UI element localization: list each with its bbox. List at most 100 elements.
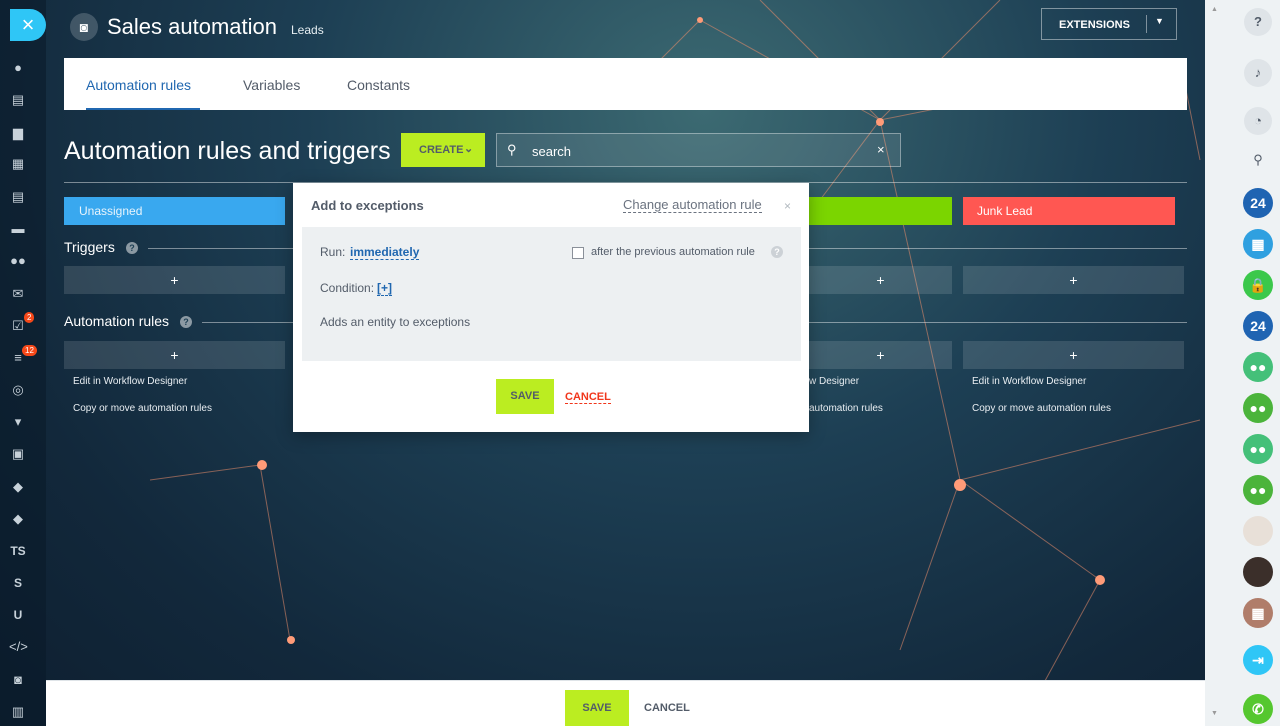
tab-automation-rules[interactable]: Automation rules: [86, 77, 191, 93]
dialog-cancel-button[interactable]: CANCEL: [565, 391, 611, 404]
create-button[interactable]: CREATE ⌄: [401, 133, 485, 167]
search-icon[interactable]: ⚲: [1244, 146, 1272, 174]
copy-rules-link[interactable]: Copy or move automation rules: [73, 403, 212, 414]
search-icon: ⚲: [507, 142, 517, 157]
run-value-dropdown[interactable]: immediately: [350, 245, 420, 260]
group-avatar[interactable]: ●●: [1243, 434, 1273, 464]
page-header-title: Sales automation: [107, 14, 277, 39]
clear-search-icon[interactable]: ×: [877, 142, 885, 157]
scrollbar[interactable]: ▲ ▼: [1211, 6, 1219, 720]
group-avatar[interactable]: ●●: [1243, 475, 1273, 505]
close-icon[interactable]: ×: [784, 199, 791, 213]
page-title: Automation rules and triggers: [64, 137, 391, 165]
edit-workflow-link[interactable]: w Designer: [809, 376, 859, 387]
add-trigger-button[interactable]: +: [963, 266, 1184, 294]
documents-icon[interactable]: ▤: [9, 189, 27, 205]
chat-icon[interactable]: ▆: [9, 125, 27, 141]
create-label: CREATE: [419, 144, 464, 156]
bell-icon[interactable]: ♪: [1244, 59, 1272, 87]
code-icon[interactable]: </>: [9, 639, 28, 655]
phone-icon[interactable]: ✆: [1243, 694, 1273, 724]
dialog-save-button[interactable]: SAVE: [496, 379, 554, 414]
box-icon[interactable]: ◆: [9, 479, 27, 495]
tab-constants[interactable]: Constants: [347, 77, 410, 93]
add-rule-button[interactable]: +: [963, 341, 1184, 369]
extensions-label: EXTENSIONS: [1059, 19, 1130, 31]
copy-rules-link[interactable]: automation rules: [809, 403, 883, 414]
lock-avatar[interactable]: 🔒: [1243, 270, 1273, 300]
share-avatar[interactable]: ⇥: [1243, 645, 1273, 675]
tab-variables[interactable]: Variables: [243, 77, 300, 93]
apps-icon[interactable]: ▥: [9, 704, 27, 720]
target-icon[interactable]: ◎: [9, 382, 27, 398]
cart-icon[interactable]: ▾: [9, 414, 27, 430]
help-icon[interactable]: ?: [180, 316, 192, 328]
after-previous-label[interactable]: after the previous automation rule: [591, 246, 755, 258]
box-icon[interactable]: ◆: [9, 511, 27, 527]
edit-workflow-link[interactable]: Edit in Workflow Designer: [73, 376, 187, 387]
after-previous-checkbox[interactable]: [572, 247, 584, 259]
stage-junk-lead[interactable]: Junk Lead: [963, 197, 1175, 225]
tasks-badge: 2: [24, 312, 35, 323]
mail-icon[interactable]: ✉: [9, 286, 27, 302]
menu-item-ts[interactable]: TS: [9, 543, 27, 559]
active-tab-indicator: [86, 108, 200, 110]
drive-icon[interactable]: ▬: [9, 221, 27, 237]
triggers-heading: Triggers: [64, 239, 115, 255]
copy-rules-link[interactable]: Copy or move automation rules: [972, 403, 1111, 414]
page-header-subtitle: Leads: [291, 23, 324, 37]
add-rule-button[interactable]: +: [64, 341, 285, 369]
search-input[interactable]: ⚲ search ×: [496, 133, 901, 167]
chevron-down-icon: ⌄: [464, 143, 474, 155]
add-rule-button[interactable]: +: [809, 341, 952, 369]
user-avatar[interactable]: [1243, 516, 1273, 546]
left-menu: × ● ▤ ▆ ▦ ▤ ▬ ●● ✉ ☑ 2 ≡ 12 ◎ ▾ ▣ ◆ ◆ TS…: [0, 0, 46, 726]
help-icon[interactable]: ?: [126, 242, 138, 254]
extensions-button[interactable]: EXTENSIONS ▼: [1041, 8, 1177, 40]
add-trigger-button[interactable]: +: [809, 266, 952, 294]
rules-divider: [809, 322, 1187, 323]
tasks-icon[interactable]: ▤: [9, 92, 27, 108]
condition-label: Condition:: [320, 281, 375, 295]
run-label: Run:: [320, 245, 346, 259]
scroll-down-icon[interactable]: ▼: [1211, 710, 1218, 717]
rules-divider: [202, 322, 293, 323]
group-avatar[interactable]: ●●: [1243, 352, 1273, 382]
bitrix24-avatar[interactable]: 24: [1243, 311, 1273, 341]
add-trigger-button[interactable]: +: [64, 266, 285, 294]
menu-item-u[interactable]: U: [9, 607, 27, 623]
help-icon[interactable]: ?: [1244, 8, 1272, 36]
dialog-title: Add to exceptions: [311, 198, 424, 213]
save-button[interactable]: SAVE: [565, 690, 629, 726]
employees-icon[interactable]: ●●: [9, 253, 27, 269]
cancel-button[interactable]: CANCEL: [644, 702, 690, 714]
add-condition-link[interactable]: [+]: [377, 281, 392, 296]
calendar-icon[interactable]: ▦: [9, 156, 27, 172]
automation-rules-heading: Automation rules: [64, 313, 170, 329]
robot-app-icon: ◙: [70, 13, 98, 41]
bitrix24-avatar[interactable]: 24: [1243, 188, 1273, 218]
feed-icon[interactable]: ●: [9, 60, 27, 76]
chevron-down-icon[interactable]: ▼: [1155, 16, 1164, 26]
calendar-avatar[interactable]: ▦: [1243, 229, 1273, 259]
robot-icon[interactable]: ◙: [9, 672, 27, 688]
user-avatar[interactable]: [1243, 557, 1273, 587]
extensions-divider: [1146, 15, 1147, 33]
group-avatar[interactable]: ●●: [1243, 393, 1273, 423]
edit-workflow-link[interactable]: Edit in Workflow Designer: [972, 376, 1086, 387]
change-automation-rule-link[interactable]: Change automation rule: [623, 197, 762, 213]
contact-card-icon[interactable]: ▣: [9, 446, 27, 462]
crm-badge: 12: [22, 345, 37, 356]
close-slider-button[interactable]: ×: [10, 9, 46, 41]
stage-green[interactable]: [808, 197, 952, 225]
menu-item-s[interactable]: S: [9, 575, 27, 591]
dialog-settings-panel: Run: immediately after the previous auto…: [302, 227, 801, 361]
calendar-avatar[interactable]: ▦: [1243, 598, 1273, 628]
stage-unassigned[interactable]: Unassigned: [64, 197, 285, 225]
add-to-exceptions-dialog: Add to exceptions Change automation rule…: [293, 183, 809, 432]
help-icon[interactable]: ?: [771, 246, 783, 258]
chat-icon[interactable]: ◔: [1244, 107, 1272, 135]
scroll-up-icon[interactable]: ▲: [1211, 6, 1218, 13]
close-icon: ×: [21, 12, 35, 37]
triggers-divider: [148, 248, 293, 249]
